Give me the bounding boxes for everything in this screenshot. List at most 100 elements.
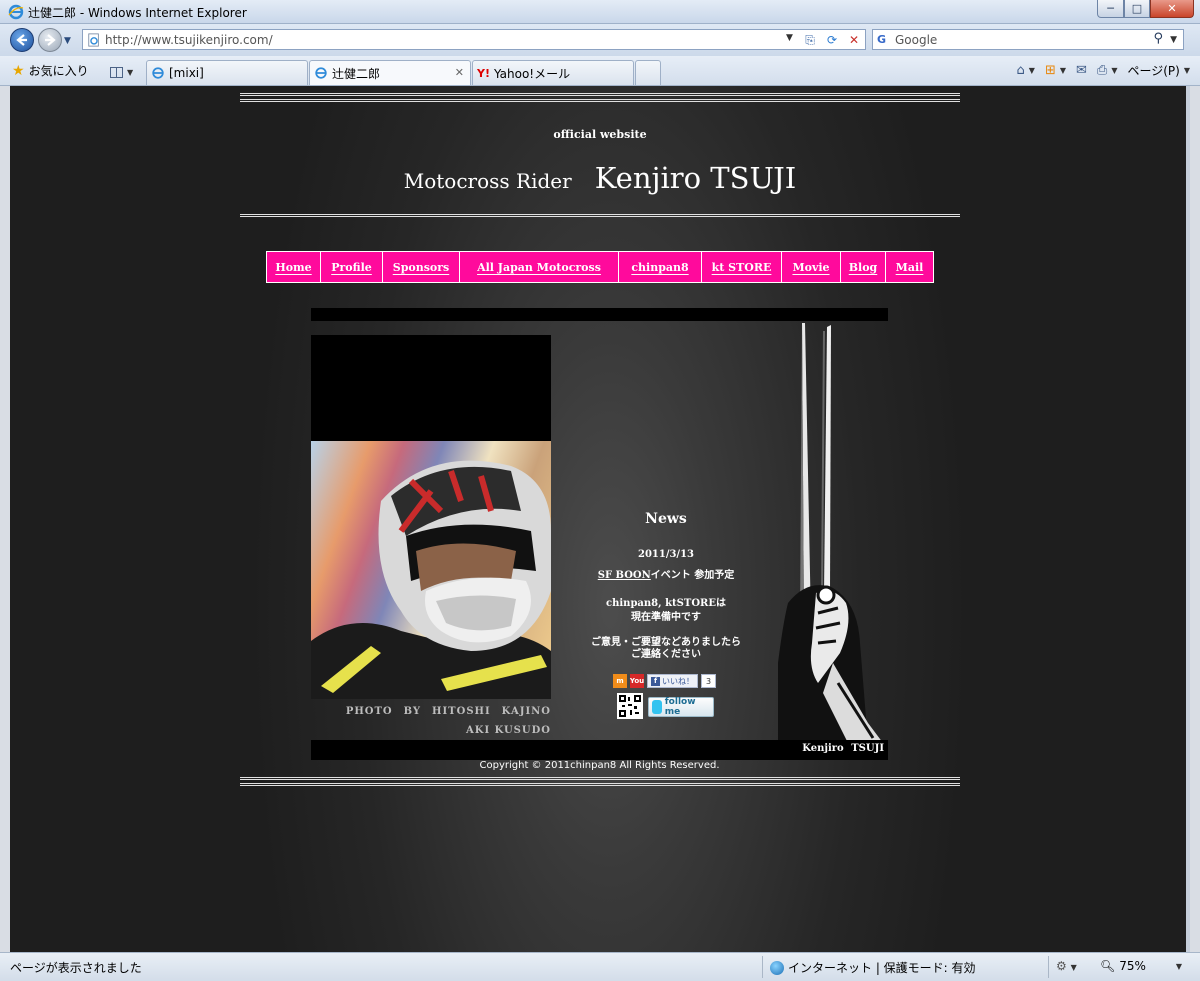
- site-name: Kenjiro TSUJI: [594, 161, 797, 195]
- forward-button[interactable]: [38, 28, 62, 52]
- zoom-level: 75%: [1119, 959, 1146, 973]
- quick-tabs-button[interactable]: ▼: [110, 63, 144, 81]
- arrow-right-icon: [45, 34, 56, 46]
- qr-code: [617, 693, 643, 719]
- window-title: 辻健二郎 - Windows Internet Explorer: [28, 6, 247, 20]
- site-nav: Home Profile Sponsors All Japan Motocros…: [266, 251, 934, 283]
- close-tab-icon[interactable]: ✕: [455, 66, 464, 79]
- page-viewport: official website Motocross Rider Kenjiro…: [10, 86, 1186, 952]
- nav-mail[interactable]: Mail: [886, 252, 933, 282]
- facebook-like-button[interactable]: f いいね！: [647, 674, 698, 688]
- nav-movie[interactable]: Movie: [782, 252, 841, 282]
- tab-mixi[interactable]: [mixi]: [146, 60, 308, 85]
- zoom-dropdown-icon[interactable]: ▼: [1176, 962, 1182, 971]
- like-count: 3: [701, 674, 717, 688]
- status-bar: ページが表示されました インターネット | 保護モード: 有効 ⚙ ▼ 🔍︎ 7…: [0, 952, 1200, 981]
- search-options-dropdown-icon[interactable]: ▼: [1170, 35, 1177, 45]
- content-bottom-bar: Kenjiro TSUJI: [311, 740, 888, 760]
- news-section: News 2011/3/13 SF BOONイベント 参加予定 chinpan8…: [570, 511, 762, 661]
- favorites-star-icon: ★: [12, 62, 25, 79]
- window-title-bar: 辻健二郎 - Windows Internet Explorer ─ □ ✕: [0, 0, 1200, 24]
- zoom-icon: 🔍︎: [1100, 959, 1116, 973]
- tab-tsujikenjiro[interactable]: 辻健二郎 ✕: [309, 60, 471, 85]
- nav-kt-store[interactable]: kt STORE: [702, 252, 782, 282]
- news-paragraph-1: chinpan8, ktSTOREは 現在準備中です: [570, 597, 762, 625]
- header-bottom-rule: [240, 214, 960, 221]
- rider-photo: [311, 441, 551, 699]
- tab-yahoo-mail[interactable]: Y! Yahoo!メール: [472, 60, 634, 85]
- print-icon[interactable]: ⎙: [1097, 63, 1107, 78]
- zoom-control[interactable]: 🔍︎ 75% ▼: [1100, 959, 1182, 973]
- tab-list-dropdown-icon[interactable]: ▼: [127, 68, 133, 77]
- news-paragraph-2: ご意見・ご要望などありましたら ご連絡ください: [570, 637, 762, 661]
- quick-tabs-icon: [110, 66, 123, 78]
- nav-all-japan-motocross[interactable]: All Japan Motocross: [460, 252, 619, 282]
- nav-blog[interactable]: Blog: [841, 252, 886, 282]
- home-dropdown-icon[interactable]: ▼: [1029, 66, 1035, 75]
- search-input[interactable]: Google: [895, 33, 937, 47]
- close-button[interactable]: ✕: [1150, 0, 1194, 18]
- site-heading: Motocross Rider Kenjiro TSUJI: [240, 161, 960, 195]
- status-message: ページが表示されました: [10, 961, 142, 975]
- feeds-icon[interactable]: ⊞: [1045, 63, 1056, 78]
- address-bar[interactable]: http://www.tsujikenjiro.com/ ▼ ⎘ ⟳ ✕: [82, 29, 866, 50]
- favorites-label: お気に入り: [28, 64, 89, 78]
- sf-boon-link[interactable]: SF BOON: [598, 570, 651, 581]
- follow-label: follow me: [664, 697, 696, 717]
- status-divider: [1048, 956, 1049, 978]
- favorites-tab-bar: ★ お気に入り ▼ [mixi] 辻健二郎 ✕ Y! Yahoo!メール ⌂ ▼ …: [0, 56, 1200, 86]
- search-box[interactable]: G Google ⚲ ▼: [872, 29, 1184, 50]
- window-right-edge: [1186, 86, 1190, 952]
- back-button[interactable]: [10, 28, 34, 52]
- news-event: SF BOONイベント 参加予定: [570, 566, 762, 581]
- news-date: 2011/3/13: [637, 549, 694, 560]
- footer-rule: [240, 777, 960, 786]
- nav-profile[interactable]: Profile: [321, 252, 383, 282]
- tab-label: [mixi]: [169, 66, 204, 80]
- page-menu[interactable]: ページ(P): [1127, 62, 1179, 79]
- youtube-icon[interactable]: You: [630, 674, 644, 688]
- internet-explorer-icon: [152, 67, 164, 79]
- yahoo-icon: Y!: [477, 66, 490, 80]
- tab-label: 辻健二郎: [332, 66, 381, 81]
- address-dropdown-icon[interactable]: ▼: [786, 33, 793, 43]
- twitter-follow-button[interactable]: follow me: [648, 697, 714, 717]
- globe-icon: [770, 960, 784, 975]
- mixi-icon[interactable]: m: [613, 674, 627, 688]
- search-icon[interactable]: ⚲: [1153, 31, 1163, 46]
- minimize-button[interactable]: ─: [1097, 0, 1124, 18]
- photo-credit-line-2: AKI KUSUDO: [466, 725, 551, 736]
- photo-credit-line-1: PHOTO BY HITOSHI KAJINO: [345, 706, 551, 717]
- favorites-button[interactable]: ★ お気に入り: [12, 62, 89, 79]
- tab-label: Yahoo!メール: [493, 66, 571, 81]
- feeds-dropdown-icon[interactable]: ▼: [1060, 66, 1066, 75]
- nav-home[interactable]: Home: [267, 252, 321, 282]
- compatibility-view-icon[interactable]: ⎘: [801, 31, 819, 49]
- page-menu-dropdown-icon[interactable]: ▼: [1184, 66, 1190, 75]
- news-text-line: ご連絡ください: [631, 649, 701, 660]
- site-tagline: official website: [553, 128, 647, 141]
- zone-label: インターネット | 保護モード: 有効: [788, 961, 976, 975]
- news-title: News: [645, 511, 687, 527]
- like-label: いいね！: [662, 676, 694, 686]
- url-text[interactable]: http://www.tsujikenjiro.com/: [105, 33, 273, 47]
- print-dropdown-icon[interactable]: ▼: [1111, 66, 1117, 75]
- nav-sponsors[interactable]: Sponsors: [383, 252, 460, 282]
- maximize-button[interactable]: □: [1124, 0, 1150, 18]
- status-divider: [762, 956, 763, 978]
- history-dropdown-icon[interactable]: ▼: [64, 36, 71, 46]
- mail-icon[interactable]: ✉: [1076, 63, 1087, 78]
- arrow-left-icon: [16, 34, 27, 46]
- popup-blocker-icon[interactable]: ⚙ ▼: [1056, 959, 1077, 973]
- home-icon[interactable]: ⌂: [1017, 63, 1025, 78]
- site-subtitle: Motocross Rider: [403, 169, 572, 193]
- news-text-line: 現在準備中です: [631, 612, 701, 623]
- security-zone[interactable]: インターネット | 保護モード: 有効: [770, 959, 976, 976]
- nav-chinpan8[interactable]: chinpan8: [619, 252, 702, 282]
- social-buttons: m You f いいね！ 3: [613, 674, 717, 688]
- refresh-icon[interactable]: ⟳: [823, 31, 841, 49]
- google-icon: G: [877, 33, 887, 46]
- copyright-text: Copyright © 2011chinpan8 All Rights Rese…: [479, 760, 720, 771]
- new-tab-button[interactable]: [635, 60, 661, 85]
- stop-icon[interactable]: ✕: [845, 31, 863, 49]
